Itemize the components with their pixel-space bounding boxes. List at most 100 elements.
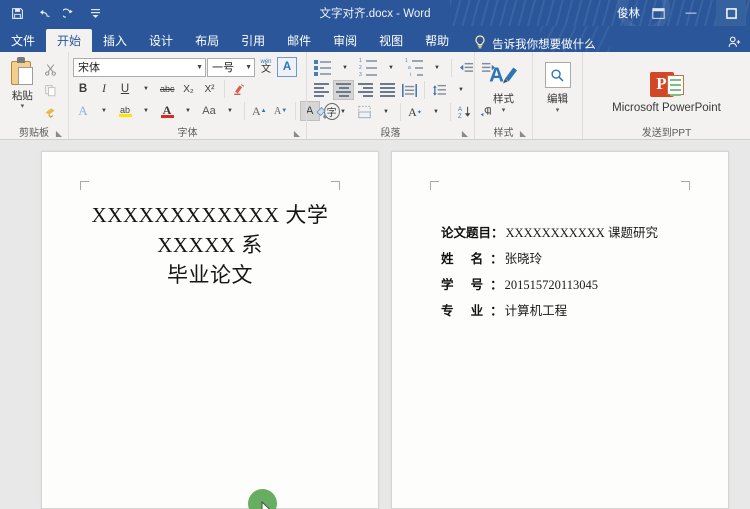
svg-text:A: A: [489, 64, 504, 87]
shrink-font-button[interactable]: A ▼: [271, 101, 291, 121]
restore-button[interactable]: [716, 0, 746, 26]
tab-view[interactable]: 视图: [368, 29, 414, 52]
paste-dropdown-caret-icon[interactable]: ▾: [21, 103, 25, 110]
styles-button[interactable]: A 样式 ▾: [480, 60, 528, 114]
font-name-dropdown-icon[interactable]: ▼: [193, 64, 203, 71]
multilevel-list-icon[interactable]: 1ai: [402, 58, 426, 78]
paragraph-dialog-launcher-icon[interactable]: ◣: [462, 129, 468, 138]
redo-icon[interactable]: [61, 5, 78, 22]
bold-button[interactable]: B: [73, 79, 93, 99]
text-effects-button[interactable]: A: [73, 101, 93, 121]
change-case-dropdown-icon[interactable]: ▼: [220, 101, 240, 121]
styles-dialog-launcher-icon[interactable]: ◣: [520, 129, 526, 138]
paste-button[interactable]: 粘贴 ▾: [4, 57, 41, 110]
change-case-button[interactable]: Aa: [199, 101, 219, 121]
underline-dropdown-icon[interactable]: ▼: [136, 79, 156, 99]
borders-dropdown-icon[interactable]: ▼: [376, 102, 396, 122]
highlight-dropdown-icon[interactable]: ▼: [136, 101, 156, 121]
character-border-button[interactable]: A: [277, 57, 297, 77]
search-icon[interactable]: [544, 62, 571, 88]
ribbon-display-options-icon[interactable]: [650, 5, 666, 21]
minimize-button[interactable]: —: [676, 0, 706, 26]
customize-qat-icon[interactable]: [87, 5, 104, 22]
shading-dropdown-icon[interactable]: ▼: [333, 102, 353, 122]
send-to-powerpoint-button[interactable]: P Microsoft PowerPoint: [612, 70, 721, 114]
document-page-2[interactable]: 论文题目 ： XXXXXXXXXXX 课题研究 姓 名 ： 张晓玲 学 号 ： …: [391, 151, 729, 509]
cut-icon[interactable]: [41, 60, 61, 78]
shrink-font-label: A: [274, 105, 282, 117]
highlight-button[interactable]: ab: [115, 101, 135, 121]
document-page-1[interactable]: XXXXXXXXXXXX 大学 XXXXX 系 毕业论文: [41, 151, 379, 509]
clear-formatting-icon[interactable]: [229, 79, 250, 99]
page-2-value-title: XXXXXXXXXXX 课题研究: [505, 226, 658, 240]
superscript-button[interactable]: X²: [200, 79, 220, 99]
numbered-list-dropdown-icon[interactable]: ▼: [381, 58, 401, 78]
sort-az-icon[interactable]: AZ: [455, 102, 475, 122]
asian-layout-dropdown-icon[interactable]: ▼: [426, 102, 446, 122]
underline-button[interactable]: U: [115, 79, 135, 99]
editing-button[interactable]: 编辑 ▾: [537, 60, 578, 114]
grow-font-button[interactable]: A ▲: [249, 101, 270, 121]
align-left-icon[interactable]: [311, 80, 332, 100]
user-name[interactable]: 俊林: [617, 5, 640, 21]
copy-icon[interactable]: [41, 81, 61, 99]
tab-references[interactable]: 引用: [230, 29, 276, 52]
tab-review[interactable]: 审阅: [322, 29, 368, 52]
subscript-button[interactable]: X₂: [179, 79, 199, 99]
page-1-line-2: XXXXX 系: [157, 233, 263, 257]
font-size-dropdown-icon[interactable]: ▼: [242, 64, 252, 71]
tab-mailings[interactable]: 邮件: [276, 29, 322, 52]
bullet-list-dropdown-icon[interactable]: ▼: [335, 58, 355, 78]
tab-file[interactable]: 文件: [0, 29, 46, 52]
editing-dropdown-caret-icon[interactable]: ▾: [556, 107, 560, 114]
phonetic-guide-icon: 文: [261, 64, 271, 75]
asian-layout-icon[interactable]: A ✦: [405, 102, 425, 122]
font-color-button[interactable]: A: [157, 101, 177, 121]
strikethrough-label: abc: [160, 84, 175, 94]
font-dialog-launcher-icon[interactable]: ◣: [294, 129, 300, 138]
format-painter-icon[interactable]: [41, 102, 61, 120]
mouse-pointer-icon: [261, 500, 274, 509]
tab-design[interactable]: 设计: [138, 29, 184, 52]
page-2-content: 论文题目 ： XXXXXXXXXXX 课题研究 姓 名 ： 张晓玲 学 号 ： …: [441, 220, 714, 324]
numbered-list-icon[interactable]: 123: [356, 58, 380, 78]
undo-icon[interactable]: [35, 5, 52, 22]
tab-insert[interactable]: 插入: [92, 29, 138, 52]
align-center-icon[interactable]: [333, 80, 354, 100]
font-name-combo[interactable]: 宋体 ▼: [73, 57, 206, 77]
strikethrough-button[interactable]: abc: [157, 79, 178, 99]
shading-icon[interactable]: [311, 102, 332, 122]
line-spacing-dropdown-icon[interactable]: ▼: [451, 80, 471, 100]
page-2-key-major: 专 业: [441, 304, 491, 318]
bullet-list-icon[interactable]: [311, 58, 334, 78]
justify-icon[interactable]: [377, 80, 398, 100]
share-person-icon[interactable]: [727, 35, 750, 52]
borders-icon[interactable]: [354, 102, 375, 122]
font-size-combo[interactable]: 一号 ▼: [207, 57, 255, 77]
document-canvas[interactable]: XXXXXXXXXXXX 大学 XXXXX 系 毕业论文 论文题目 ： XXXX…: [0, 140, 750, 509]
font-color-dropdown-icon[interactable]: ▼: [178, 101, 198, 121]
align-right-icon[interactable]: [355, 80, 376, 100]
para-row2-separator: [424, 81, 425, 99]
ribbon-group-styles: A 样式 ▾ 样式 ◣: [474, 52, 532, 139]
phonetic-guide-button[interactable]: wén 文: [256, 57, 276, 77]
multilevel-list-dropdown-icon[interactable]: ▼: [427, 58, 447, 78]
text-effects-dropdown-icon[interactable]: ▼: [94, 101, 114, 121]
tab-home[interactable]: 开始: [46, 29, 93, 52]
clipboard-dialog-launcher-icon[interactable]: ◣: [56, 129, 62, 138]
distribute-icon[interactable]: [399, 80, 420, 100]
tell-me-box[interactable]: 告诉我你想要做什么: [474, 35, 596, 52]
save-icon[interactable]: [9, 5, 26, 22]
clipboard-group-label-text: 剪贴板: [19, 128, 49, 139]
line-spacing-icon[interactable]: [429, 80, 450, 100]
paste-icon: [8, 57, 36, 87]
italic-button[interactable]: I: [94, 79, 114, 99]
page-2-key-name: 姓 名: [441, 252, 491, 266]
tab-help[interactable]: 帮助: [414, 29, 460, 52]
paragraph-group-label-text: 段落: [380, 128, 401, 139]
editing-button-label: 编辑: [547, 93, 568, 105]
styles-dropdown-caret-icon[interactable]: ▾: [502, 107, 506, 114]
tab-layout[interactable]: 布局: [184, 29, 230, 52]
margin-corner-top-left: [80, 181, 89, 190]
svg-text:A: A: [458, 106, 463, 113]
